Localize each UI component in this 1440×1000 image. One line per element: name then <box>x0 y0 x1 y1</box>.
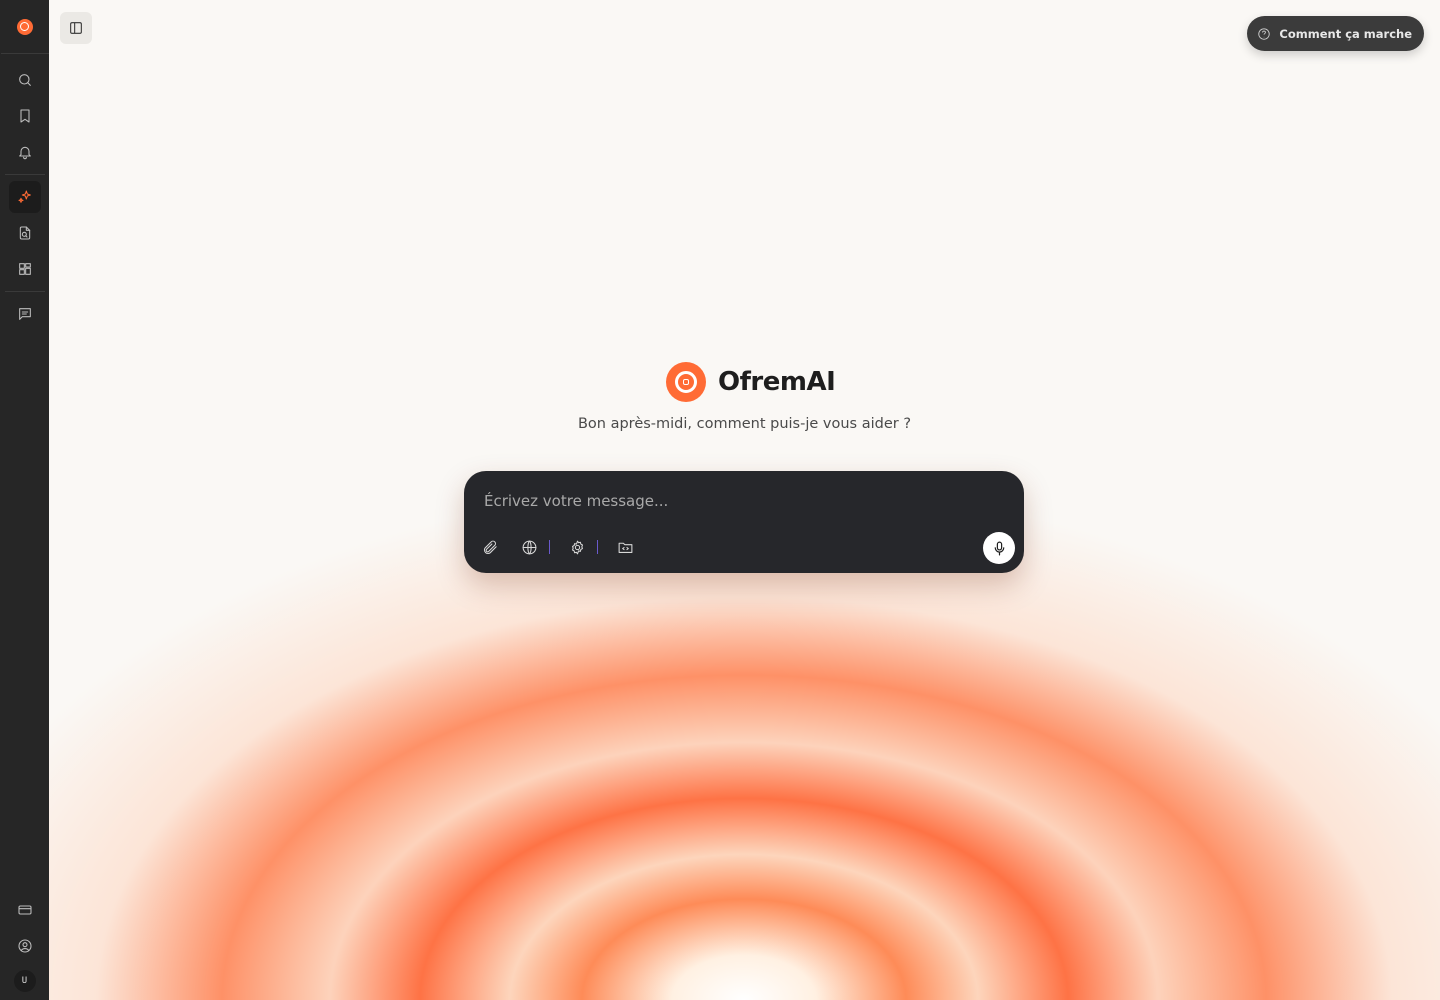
sparkles-icon <box>17 190 31 203</box>
sidebar-item-account[interactable] <box>9 930 41 962</box>
logo-icon <box>16 18 33 35</box>
sidebar-item-billing[interactable] <box>9 894 41 926</box>
app-logo[interactable] <box>0 0 49 54</box>
bell-icon <box>18 146 31 160</box>
how-it-works-button[interactable]: Comment ça marche <box>1247 16 1424 51</box>
microphone-icon <box>994 541 1004 555</box>
toolbar-divider <box>549 540 550 554</box>
user-circle-icon <box>17 939 32 953</box>
sidebar-divider <box>4 174 45 175</box>
greeting-text: Bon après-midi, comment puis-je vous aid… <box>577 416 912 432</box>
sidebar-tools-group <box>0 179 49 287</box>
message-icon <box>18 308 31 320</box>
settings-icon <box>571 540 583 554</box>
sidebar-item-chats[interactable] <box>9 298 41 330</box>
help-circle-icon <box>1258 27 1271 40</box>
settings-button[interactable] <box>565 535 589 559</box>
avatar[interactable]: U <box>13 970 36 992</box>
main-area: Comment ça marche OfremAI Bon après-midi… <box>49 0 1440 1000</box>
brand: OfremAI <box>666 362 836 402</box>
web-search-button[interactable] <box>517 535 541 559</box>
voice-input-button[interactable] <box>983 532 1015 564</box>
project-folder-button[interactable] <box>613 535 637 559</box>
sidebar-item-documents[interactable] <box>9 217 41 249</box>
search-icon <box>18 74 31 86</box>
sidebar-bottom-group: U <box>0 892 49 992</box>
sidebar-divider <box>4 291 45 292</box>
bookmark-icon <box>19 109 30 123</box>
brand-logo-icon <box>666 362 706 402</box>
credit-card-icon <box>17 905 32 915</box>
attach-button[interactable] <box>478 535 502 559</box>
folder-code-icon <box>618 542 632 553</box>
panel-left-icon <box>70 22 82 34</box>
sidebar: U <box>0 0 49 1000</box>
paperclip-icon <box>483 540 497 554</box>
composer-toolbar <box>478 535 652 559</box>
message-input[interactable] <box>484 489 984 513</box>
sidebar-chat-group <box>0 296 49 332</box>
sidebar-item-ai[interactable] <box>8 181 41 213</box>
sidebar-primary-group <box>0 62 49 170</box>
sidebar-item-apps[interactable] <box>9 253 41 285</box>
file-search-icon <box>19 226 30 240</box>
globe-icon <box>522 540 536 554</box>
how-it-works-label: Comment ça marche <box>1279 26 1412 41</box>
toggle-sidebar-button[interactable] <box>60 12 92 44</box>
sidebar-item-notifications[interactable] <box>9 136 41 168</box>
toolbar-divider <box>597 540 598 554</box>
sidebar-item-bookmarks[interactable] <box>9 100 41 132</box>
sidebar-item-search[interactable] <box>9 64 41 96</box>
brand-name: OfremAI <box>718 367 836 397</box>
grid-icon <box>18 263 31 275</box>
message-composer <box>464 471 1024 573</box>
